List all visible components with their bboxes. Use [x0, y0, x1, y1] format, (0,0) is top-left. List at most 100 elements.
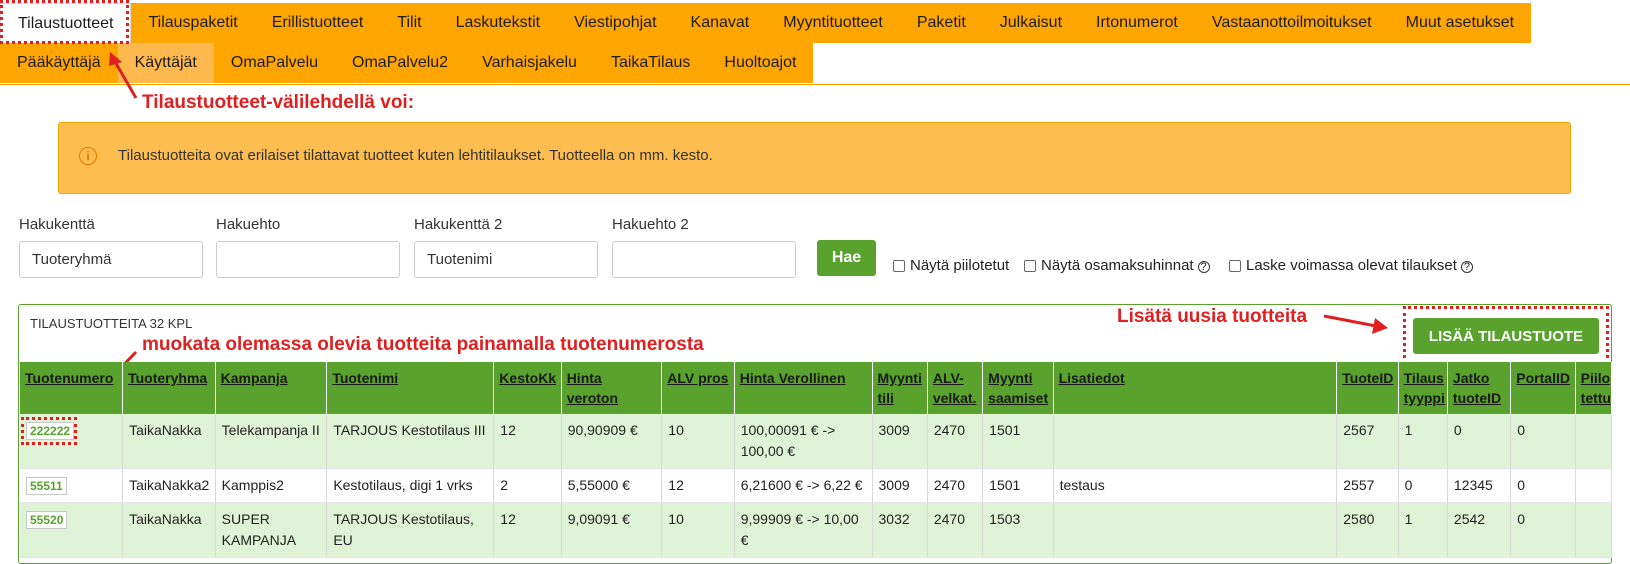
table-cell: 2470 — [927, 468, 984, 503]
tab-tilauspaketit[interactable]: Tilauspaketit — [131, 3, 255, 43]
tab-tilit[interactable]: Tilit — [380, 3, 439, 43]
col-header[interactable]: Tuoteryhma — [122, 362, 216, 414]
checkbox-box[interactable] — [893, 259, 905, 272]
tab-viestipohjat[interactable]: Viestipohjat — [557, 3, 674, 43]
annotation-arrow-add-icon — [1323, 314, 1388, 334]
table-cell: 2470 — [927, 414, 984, 469]
col-header[interactable]: Hinta veroton — [561, 362, 663, 414]
search-button[interactable]: Hae — [817, 240, 876, 276]
annotation-tab-note: Tilaustuotteet-välilehdellä voi: — [142, 92, 415, 113]
table-cell: TaikaNakka — [122, 502, 216, 558]
tab-omapalvelu[interactable]: OmaPalvelu — [213, 43, 336, 83]
col-header[interactable]: Lisatiedot — [1053, 362, 1338, 414]
table-cell: SUPER KAMPANJA — [215, 502, 328, 558]
tab-kanavat[interactable]: Kanavat — [673, 3, 767, 43]
col-header[interactable]: PortalID — [1510, 362, 1576, 414]
table-cell: 0 — [1398, 468, 1448, 503]
checkbox-box[interactable] — [1024, 259, 1036, 272]
table-cell — [1053, 502, 1338, 558]
annotation-highlight-tab — [0, 0, 129, 44]
table-cell: 6,21600 € -> 6,22 € — [734, 468, 873, 503]
tabrow-spacer — [1531, 3, 1630, 43]
cell-tuotenumero: 55520 — [20, 502, 124, 558]
table-cell: 3009 — [872, 414, 928, 469]
col-header[interactable]: Myynti saamiset — [982, 362, 1054, 414]
col-header[interactable]: Kampanja — [215, 362, 328, 414]
annotation-edit-note: muokata olemassa olevia tuotteita painam… — [142, 334, 704, 355]
product-number-link[interactable]: 55511 — [26, 477, 67, 495]
col-header[interactable]: Tilaus tyyppi — [1398, 362, 1448, 414]
table-cell: 0 — [1510, 502, 1576, 558]
table-cell: 12345 — [1447, 468, 1512, 503]
col-header[interactable]: Jatko tuoteID — [1447, 362, 1512, 414]
tab-julkaisut[interactable]: Julkaisut — [982, 3, 1080, 43]
table-cell: testaus — [1053, 468, 1338, 503]
info-box: i Tilaustuotteita ovat erilaiset tilatta… — [58, 122, 1571, 194]
tab-omapalvelu2[interactable]: OmaPalvelu2 — [335, 43, 466, 83]
tab-paketit[interactable]: Paketit — [899, 3, 983, 43]
table-cell: 9,09091 € — [561, 502, 663, 558]
main-tabs: Tilaustuotteet Tilauspaketit Erillistuot… — [0, 3, 1630, 43]
tab-huoltoajot[interactable]: Huoltoajot — [707, 43, 814, 83]
col-header[interactable]: ALV pros — [661, 362, 735, 414]
table-cell: 2580 — [1336, 502, 1399, 558]
table-row: 55520 TaikaNakka SUPER KAMPANJA TARJOUS … — [20, 502, 1613, 558]
label-hakuehto: Hakuehto — [216, 216, 281, 233]
tab-varhaisjakelu[interactable]: Varhaisjakelu — [465, 43, 594, 83]
table-cell: 2557 — [1336, 468, 1399, 503]
tab-vastaanottoilmoitukset[interactable]: Vastaanottoilmoitukset — [1194, 3, 1389, 43]
table-cell: 1503 — [982, 502, 1054, 558]
checkbox-box[interactable] — [1229, 259, 1241, 272]
select-hakukentta-2[interactable]: Tuotenimi — [414, 241, 598, 278]
input-hakuehto-2[interactable] — [612, 241, 796, 278]
col-header[interactable]: Tuotenumero — [20, 362, 124, 414]
label-hakukentta-2: Hakukenttä 2 — [414, 216, 503, 233]
table-cell — [1575, 468, 1613, 503]
table-cell: 9,99909 € -> 10,00 € — [734, 502, 873, 558]
table-cell: 2567 — [1336, 414, 1399, 469]
table-cell: Telekampanja II — [215, 414, 328, 469]
tab-erillistuotteet[interactable]: Erillistuotteet — [254, 3, 381, 43]
table-row: 55511 TaikaNakka2 Kamppis2 Kestotilaus, … — [20, 468, 1613, 503]
table-cell: TaikaNakka2 — [122, 468, 216, 503]
checkbox-count-active[interactable]: Laske voimassa olevat tilaukset ? — [1229, 257, 1473, 274]
add-product-button[interactable]: LISÄÄ TILAUSTUOTE — [1413, 318, 1599, 354]
annotation-add-note: Lisätä uusia tuotteita — [1117, 306, 1308, 327]
col-header[interactable]: Hinta Verollinen — [734, 362, 873, 414]
table-cell: 100,00091 € -> 100,00 € — [734, 414, 873, 469]
tab-taikatilaus[interactable]: TaikaTilaus — [593, 43, 708, 83]
col-header[interactable]: KestoKk — [493, 362, 562, 414]
table-cell: 12 — [493, 502, 562, 558]
help-icon[interactable]: ? — [1197, 261, 1210, 273]
col-header[interactable]: Piilo tettu — [1575, 362, 1613, 414]
table-cell: 10 — [661, 414, 735, 469]
tab-laskutekstit[interactable]: Laskutekstit — [438, 3, 558, 43]
checkbox-show-installments[interactable]: Näytä osamaksuhinnat ? — [1024, 257, 1210, 274]
table-row: 222222 TaikaNakka Telekampanja II TARJOU… — [20, 414, 1613, 469]
checkbox-label: Näytä osamaksuhinnat — [1041, 257, 1194, 274]
select-hakukentta[interactable]: Tuoteryhmä — [19, 241, 203, 278]
tab-muut-asetukset[interactable]: Muut asetukset — [1388, 3, 1532, 43]
table-cell: 12 — [493, 414, 562, 469]
col-header[interactable]: Tuotenimi — [326, 362, 495, 414]
col-header[interactable]: ALV-velkat. — [927, 362, 984, 414]
info-circle-icon: i — [79, 147, 97, 165]
tab-myyntituotteet[interactable]: Myyntituotteet — [766, 3, 900, 43]
col-header[interactable]: TuoteID — [1336, 362, 1399, 414]
products-table: Tuotenumero Tuoteryhma Kampanja Tuotenim… — [20, 362, 1613, 558]
product-number-link[interactable]: 55520 — [26, 511, 68, 529]
input-hakuehto[interactable] — [216, 241, 400, 278]
checkbox-label: Näytä piilotetut — [910, 257, 1010, 274]
table-cell: 1 — [1398, 502, 1448, 558]
table-cell: 10 — [661, 502, 735, 558]
checkbox-show-hidden[interactable]: Näytä piilotetut — [893, 257, 1009, 274]
table-cell: 2 — [493, 468, 562, 503]
table-cell: 90,90909 € — [561, 414, 663, 469]
tab-irtonumerot[interactable]: Irtonumerot — [1079, 3, 1195, 43]
info-text: Tilaustuotteita ovat erilaiset tilattava… — [118, 146, 713, 164]
table-cell — [1575, 502, 1613, 558]
table-cell: TaikaNakka — [122, 414, 216, 469]
cell-tuotenumero: 55511 — [20, 468, 124, 503]
col-header[interactable]: Myynti tili — [872, 362, 928, 414]
help-icon[interactable]: ? — [1460, 261, 1473, 273]
